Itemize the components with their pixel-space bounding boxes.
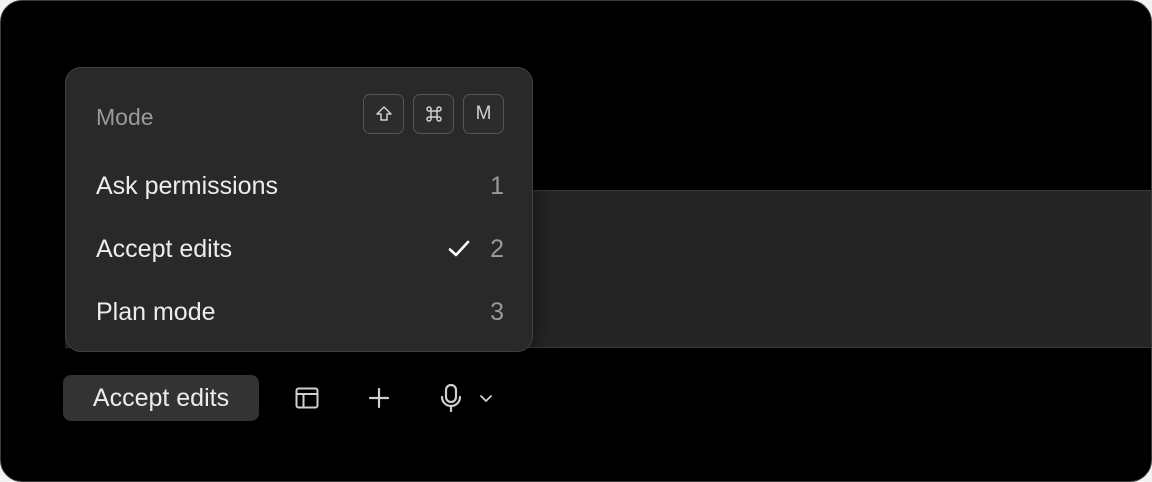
menu-item-label: Plan mode: [96, 298, 216, 326]
command-key-icon: [413, 94, 454, 134]
menu-item-shortcut: 2: [490, 235, 504, 263]
menu-item-shortcut: 3: [490, 298, 504, 326]
menu-item-shortcut: 1: [490, 172, 504, 200]
mode-menu-title: Mode: [96, 104, 154, 130]
menu-item-plan-mode[interactable]: Plan mode 3: [96, 292, 504, 332]
microphone-icon[interactable]: [436, 383, 466, 413]
menu-item-accept-edits[interactable]: Accept edits 2: [96, 229, 504, 269]
menu-item-label: Ask permissions: [96, 172, 278, 200]
plus-icon[interactable]: [364, 383, 394, 413]
chevron-down-icon[interactable]: [473, 383, 499, 413]
mode-selector-button[interactable]: Accept edits: [63, 375, 259, 421]
checkmark-icon: [447, 237, 471, 266]
mode-menu: Mode M Ask permissions 1 Accept edits 2 …: [65, 67, 533, 352]
mode-menu-header: Mode M: [96, 94, 504, 138]
m-key: M: [463, 94, 504, 134]
keyboard-shortcut: M: [363, 94, 504, 134]
panel-layout-icon[interactable]: [292, 383, 322, 413]
shift-key-icon: [363, 94, 404, 134]
menu-item-label: Accept edits: [96, 235, 233, 263]
menu-item-ask-permissions[interactable]: Ask permissions 1: [96, 166, 504, 206]
app-window: Mode M Ask permissions 1 Accept edits 2 …: [0, 0, 1152, 482]
